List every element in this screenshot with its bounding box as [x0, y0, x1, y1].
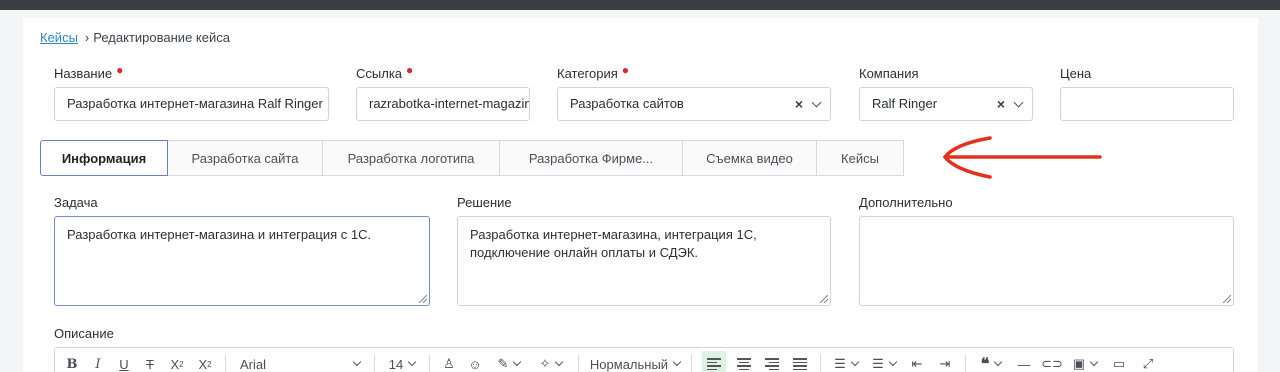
company-select[interactable]: Ralf Ringer × [859, 87, 1033, 121]
breadcrumb-link-cases[interactable]: Кейсы [40, 30, 78, 45]
breadcrumb-current: Редактирование кейса [93, 30, 230, 45]
chevron-down-icon[interactable] [1013, 97, 1024, 107]
resize-handle[interactable] [1223, 295, 1231, 303]
paragraph-style-value: Нормальный [589, 356, 669, 372]
tab-bar: Информация Разработка сайта Разработка л… [40, 140, 904, 176]
annotation-arrow-icon [942, 136, 1102, 179]
tab-video-shooting[interactable]: Съемка видео [682, 140, 817, 176]
superscript-icon[interactable]: X2 [195, 351, 215, 372]
link-icon[interactable]: ⊂⊃ [1041, 351, 1063, 372]
align-right-icon[interactable] [762, 351, 782, 372]
outdent-icon[interactable]: ⇤ [907, 351, 927, 372]
company-value: Ralf Ringer [872, 96, 938, 111]
image-icon[interactable]: ▣ [1070, 351, 1100, 372]
category-value: Разработка сайтов [570, 96, 684, 111]
price-label: Цена [1060, 66, 1092, 81]
toolbar-divider [965, 355, 966, 372]
clear-icon[interactable]: × [997, 88, 1005, 120]
name-label: Название ● [54, 63, 124, 81]
paragraph-style-select[interactable]: Нормальный [589, 351, 682, 372]
link-label: Ссылка ● [356, 63, 414, 81]
category-label: Категория ● [557, 63, 630, 81]
toolbar-divider [429, 355, 430, 372]
strikethrough-icon[interactable]: T [141, 351, 159, 372]
extra-label: Дополнительно [859, 195, 953, 210]
resize-handle[interactable] [419, 295, 427, 303]
horizontal-rule-icon[interactable]: — [1014, 351, 1034, 372]
toolbar-divider [820, 355, 821, 372]
description-label: Описание [54, 326, 114, 341]
subscript-icon[interactable]: X2 [167, 351, 187, 372]
task-textarea[interactable]: Разработка интернет-магазина и интеграци… [54, 216, 430, 306]
chevron-down-icon[interactable] [811, 97, 822, 107]
top-bar [0, 0, 1280, 10]
video-icon[interactable]: ▭ [1108, 351, 1130, 372]
toolbar-divider [225, 355, 226, 372]
chevron-down-icon [672, 357, 682, 367]
name-input[interactable]: Разработка интернет-магазина Ralf Ringer [54, 87, 329, 121]
toolbar-divider [578, 355, 579, 372]
quote-icon[interactable]: ❝ [976, 351, 1006, 372]
link-input[interactable]: razrabotka-internet-magazina [356, 87, 530, 121]
task-label: Задача [54, 195, 98, 210]
indent-icon[interactable]: ⇥ [935, 351, 955, 372]
bold-icon[interactable]: B [63, 351, 81, 372]
solution-label: Решение [457, 195, 512, 210]
italic-icon[interactable]: I [89, 351, 107, 372]
emoji-icon[interactable]: ☺ [466, 351, 484, 372]
category-select[interactable]: Разработка сайтов × [557, 87, 831, 121]
solution-text-line: подключение онлайн оплаты и СДЭК. [470, 245, 699, 260]
toolbar-divider [691, 355, 692, 372]
required-marker: ● [621, 63, 630, 77]
tab-corporate-identity[interactable]: Разработка Фирме... [499, 140, 683, 176]
highlight-icon[interactable]: ✧ [534, 351, 568, 372]
tab-logo-development[interactable]: Разработка логотипа [322, 140, 500, 176]
numbered-list-icon[interactable]: ☰ [831, 351, 861, 372]
align-justify-icon[interactable] [790, 351, 810, 372]
font-family-select[interactable]: Arial [236, 351, 364, 372]
required-marker: ● [406, 63, 414, 77]
toolbar-divider [374, 355, 375, 372]
extra-textarea[interactable] [859, 216, 1234, 306]
tab-cases[interactable]: Кейсы [816, 140, 904, 176]
text-color-icon[interactable]: ✎ [492, 351, 526, 372]
bullet-list-icon[interactable]: ☰ [869, 351, 899, 372]
underline-icon[interactable]: U [115, 351, 133, 372]
font-family-value: Arial [240, 356, 267, 372]
resize-handle[interactable] [820, 295, 828, 303]
font-size-value: 14 [388, 356, 404, 372]
breadcrumb-separator: › [84, 30, 90, 45]
tab-information[interactable]: Информация [40, 140, 168, 176]
font-size-select[interactable]: 14 [385, 351, 419, 372]
breadcrumb: Кейсы › Редактирование кейса [40, 30, 230, 45]
tab-website-development[interactable]: Разработка сайта [167, 140, 323, 176]
solution-text-line: Разработка интернет-магазина, интеграция… [470, 227, 757, 242]
solution-textarea[interactable]: Разработка интернет-магазина, интеграция… [457, 216, 831, 306]
fullscreen-icon[interactable]: ⤢ [1138, 351, 1158, 372]
task-text: Разработка интернет-магазина и интеграци… [67, 227, 372, 242]
format-painter-icon[interactable]: ♙ [440, 351, 458, 372]
chevron-down-icon [407, 357, 417, 367]
required-marker: ● [116, 63, 124, 77]
chevron-down-icon [352, 357, 362, 367]
company-label: Компания [859, 66, 919, 81]
editor-toolbar: B I U T X2 X2 Arial 14 ♙ ☺ ✎ ✧ Нормальны… [54, 347, 1234, 372]
align-center-icon[interactable] [734, 351, 754, 372]
price-input[interactable] [1060, 87, 1234, 121]
align-left-icon[interactable] [702, 351, 726, 372]
clear-icon[interactable]: × [795, 88, 803, 120]
